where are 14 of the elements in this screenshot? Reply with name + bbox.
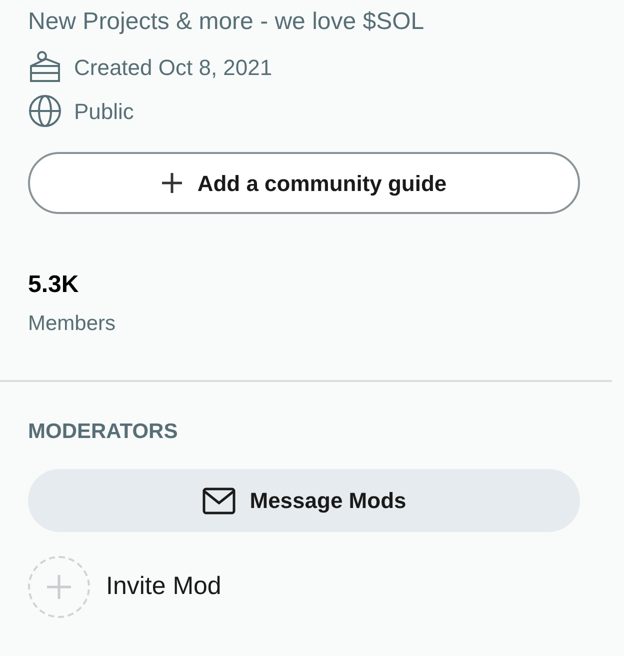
plus-icon	[161, 172, 184, 194]
stat-label: Members	[28, 311, 116, 337]
mail-icon	[202, 486, 236, 514]
section-heading: MODERATORS	[28, 418, 179, 444]
invite-mod-button[interactable]: Invite Mod	[28, 556, 222, 618]
cake-icon	[28, 50, 62, 84]
add-icon	[28, 556, 90, 618]
add-guide-button[interactable]: Add a community guide	[28, 152, 580, 214]
globe-icon	[28, 94, 62, 128]
stat-value: 5.3K	[28, 270, 80, 300]
message-mods-button[interactable]: Message Mods	[28, 469, 580, 532]
meta-label: Created Oct 8, 2021	[74, 54, 272, 82]
community-description: New Projects & more - we love $SOL	[28, 7, 426, 37]
meta-label: Public	[74, 98, 134, 126]
